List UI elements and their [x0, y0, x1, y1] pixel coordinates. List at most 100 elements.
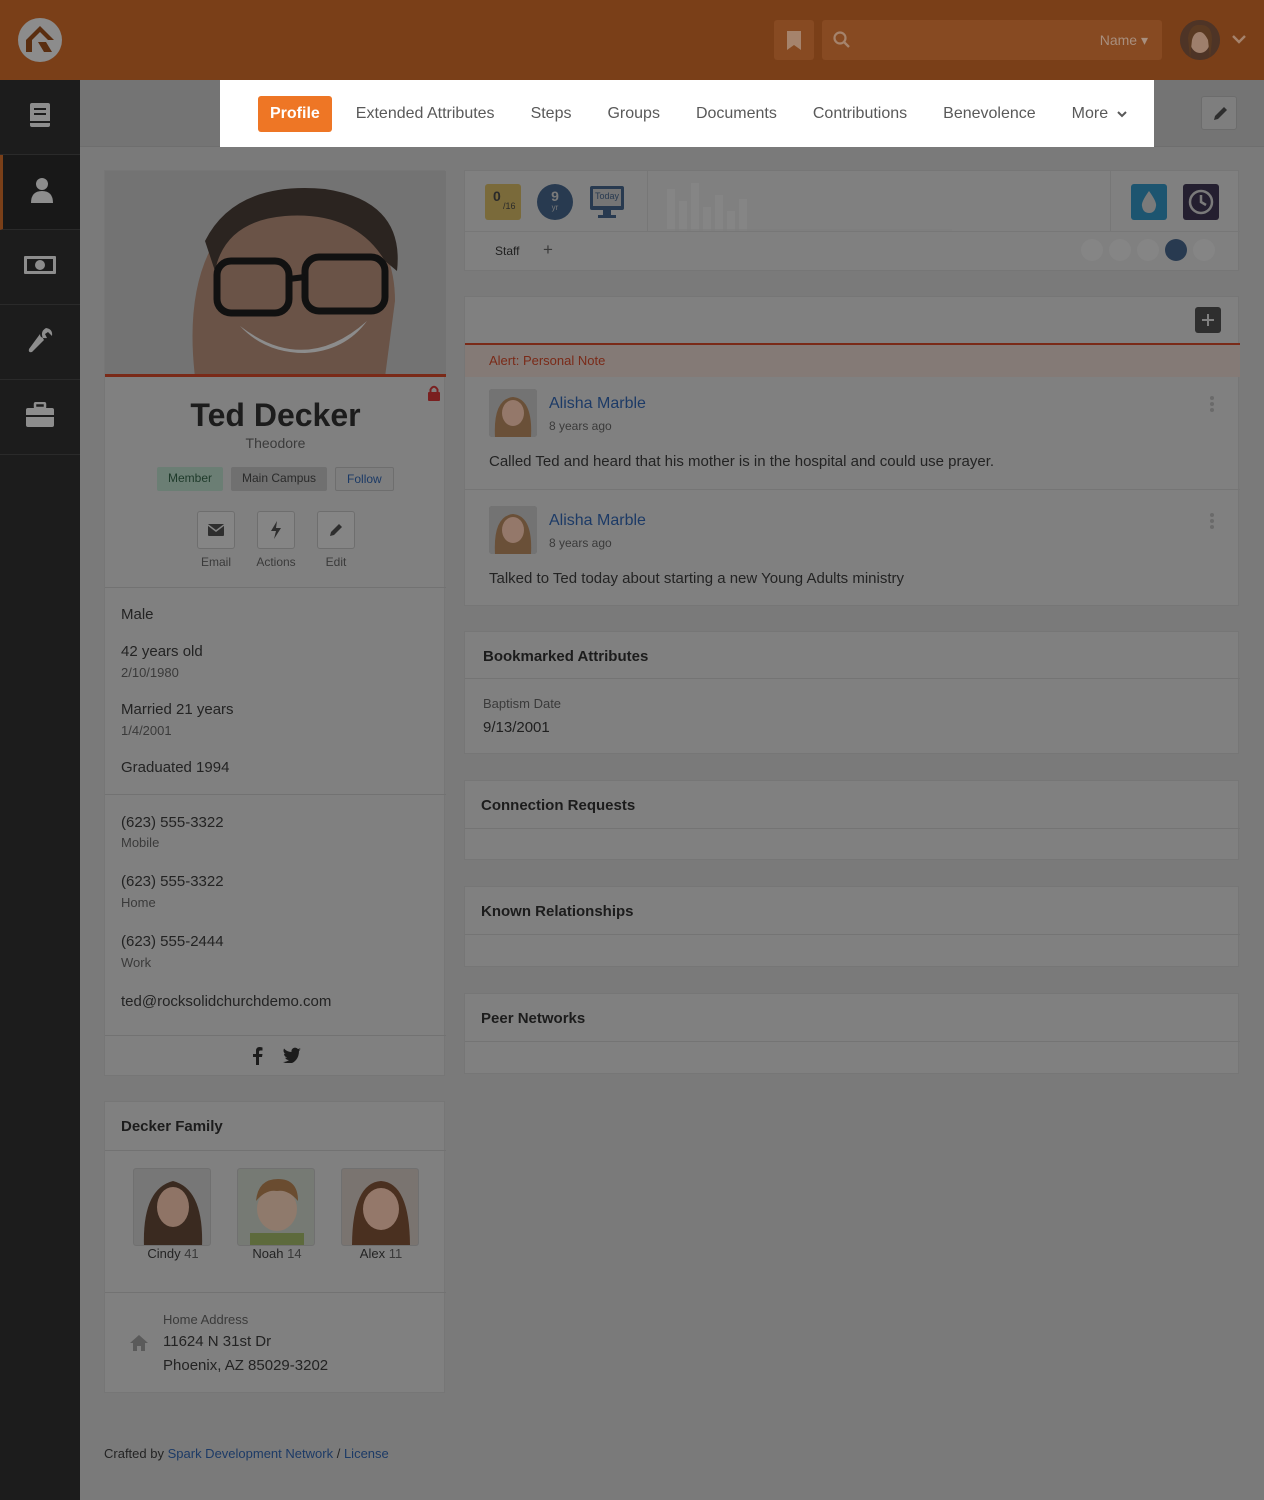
search-scope-dropdown[interactable]: Name ▾	[1100, 32, 1148, 49]
years-badge[interactable]: 9 yr	[537, 184, 573, 220]
engagement-badge-icon[interactable]	[1137, 239, 1159, 261]
years-value: 9	[551, 188, 559, 204]
kebab-menu-icon[interactable]	[1209, 512, 1215, 535]
family-member-name: Cindy	[147, 1246, 181, 1261]
engagement-badge-icon[interactable]	[1165, 239, 1187, 261]
tab-more[interactable]: More	[1072, 105, 1128, 123]
divider	[465, 489, 1240, 490]
email-address[interactable]: ted@rocksolidchurchdemo.com	[121, 993, 331, 1010]
note-author-avatar[interactable]	[489, 389, 537, 437]
chevron-down-icon[interactable]	[1230, 30, 1248, 53]
bookmark-icon[interactable]	[774, 20, 814, 60]
phone-number[interactable]: (623) 555-2444	[121, 933, 224, 950]
address-line1[interactable]: 11624 N 31st Dr	[163, 1333, 271, 1350]
social-links	[105, 1047, 446, 1070]
notes-card: Alert: Personal Note Alisha Marble 8 yea…	[464, 296, 1240, 606]
actions-action[interactable]: Actions	[256, 511, 296, 569]
birthdate: 2/10/1980	[121, 665, 179, 680]
phone-type: Work	[121, 955, 152, 970]
family-title[interactable]: Decker Family	[121, 1118, 223, 1135]
clock-icon	[1188, 189, 1214, 215]
search-icon	[832, 30, 852, 55]
engagement-badge-icon[interactable]	[1081, 239, 1103, 261]
water-drop-icon	[1141, 191, 1157, 213]
family-member[interactable]: Noah 14	[237, 1168, 317, 1261]
engagement-badge-icon[interactable]	[1193, 239, 1215, 261]
attribute-label: Baptism Date	[483, 696, 562, 711]
divider	[105, 587, 446, 588]
connection-requests-title: Connection Requests	[481, 797, 636, 814]
person-photo[interactable]	[105, 171, 446, 377]
page-footer: Crafted by Spark Development Network / L…	[104, 1446, 389, 1461]
phone-type: Home	[121, 895, 156, 910]
facebook-icon[interactable]	[251, 1047, 263, 1070]
tag-staff[interactable]: Staff	[495, 244, 519, 258]
known-relationships-title: Known Relationships	[481, 903, 634, 920]
divider	[1110, 171, 1111, 231]
known-relationships-card: Known Relationships	[464, 886, 1240, 967]
note-author-name[interactable]: Alisha Marble	[549, 512, 646, 530]
edit-action[interactable]: Edit	[317, 511, 355, 569]
note-author-name[interactable]: Alisha Marble	[549, 395, 646, 413]
note-author-avatar[interactable]	[489, 506, 537, 554]
family-card: Decker Family Cindy 41 Noah 14 Alex 11 H…	[104, 1101, 446, 1393]
tab-documents[interactable]: Documents	[696, 105, 777, 123]
rock-logo-icon[interactable]	[18, 18, 62, 62]
family-member-photo	[341, 1168, 419, 1246]
plus-icon	[1202, 314, 1214, 326]
home-icon	[129, 1334, 149, 1357]
age: 42 years old	[121, 643, 203, 660]
peer-networks-title: Peer Networks	[481, 1010, 586, 1027]
monitor-badge[interactable]: Today	[589, 184, 625, 220]
family-member-age: 41	[184, 1246, 199, 1261]
footer-org-link[interactable]: Spark Development Network	[168, 1446, 333, 1461]
page-edit-button[interactable]	[1201, 96, 1237, 130]
sidebar-item-settings[interactable]	[0, 380, 80, 455]
sidebar-item-finance[interactable]	[0, 230, 80, 305]
family-members: Cindy 41 Noah 14 Alex 11	[133, 1168, 421, 1261]
person-badges: Member Main Campus Follow	[157, 467, 394, 491]
record-status-badge: Member	[157, 467, 224, 491]
attendance-badge[interactable]: 0 /16	[485, 184, 521, 220]
actions-action-label: Actions	[256, 555, 296, 569]
add-tag-button[interactable]: +	[543, 240, 553, 260]
tab-profile[interactable]: Profile	[258, 95, 332, 132]
follow-button[interactable]: Follow	[335, 467, 394, 491]
family-member[interactable]: Alex 11	[341, 1168, 421, 1261]
graduation: Graduated 1994	[121, 759, 230, 776]
email-action[interactable]: Email	[197, 511, 235, 569]
note-text: Called Ted and heard that his mother is …	[489, 453, 995, 470]
phone-number[interactable]: (623) 555-3322	[121, 873, 224, 890]
tab-groups[interactable]: Groups	[607, 105, 659, 123]
tab-extended-attributes[interactable]: Extended Attributes	[356, 105, 495, 123]
person-name: Ted Decker	[190, 397, 361, 433]
twitter-icon[interactable]	[282, 1047, 301, 1070]
phone-number[interactable]: (623) 555-3322	[121, 814, 224, 831]
footer-prefix: Crafted by	[104, 1446, 164, 1461]
tab-contributions[interactable]: Contributions	[813, 105, 907, 123]
current-user-avatar[interactable]	[1180, 20, 1220, 60]
kebab-menu-icon[interactable]	[1209, 395, 1215, 418]
add-note-button[interactable]	[1195, 307, 1221, 333]
address-line2[interactable]: Phoenix, AZ 85029-3202	[163, 1357, 328, 1374]
tab-benevolence[interactable]: Benevolence	[943, 105, 1036, 123]
history-badge[interactable]	[1183, 184, 1219, 220]
search-input[interactable]: Name ▾	[822, 20, 1162, 60]
sidebar-item-admin-tools[interactable]	[0, 305, 80, 380]
footer-license-link[interactable]: License	[344, 1446, 389, 1461]
family-member-name: Alex	[359, 1246, 386, 1261]
footer-separator: /	[336, 1446, 341, 1461]
sidebar-item-people[interactable]	[0, 155, 80, 230]
book-icon	[27, 101, 53, 134]
engagement-badge-icon[interactable]	[1109, 239, 1131, 261]
divider	[465, 231, 1240, 232]
attribute-value: 9/13/2001	[483, 719, 550, 736]
campus-badge: Main Campus	[231, 467, 328, 491]
badge-bar: 0 /16 9 yr Today Staff +	[464, 170, 1240, 271]
sidebar-item-dashboard[interactable]	[0, 80, 80, 155]
family-member[interactable]: Cindy 41	[133, 1168, 213, 1261]
baptism-badge[interactable]	[1131, 184, 1167, 220]
tab-steps[interactable]: Steps	[531, 105, 572, 123]
envelope-icon	[197, 511, 235, 549]
alert-banner: Alert: Personal Note	[465, 345, 1240, 377]
